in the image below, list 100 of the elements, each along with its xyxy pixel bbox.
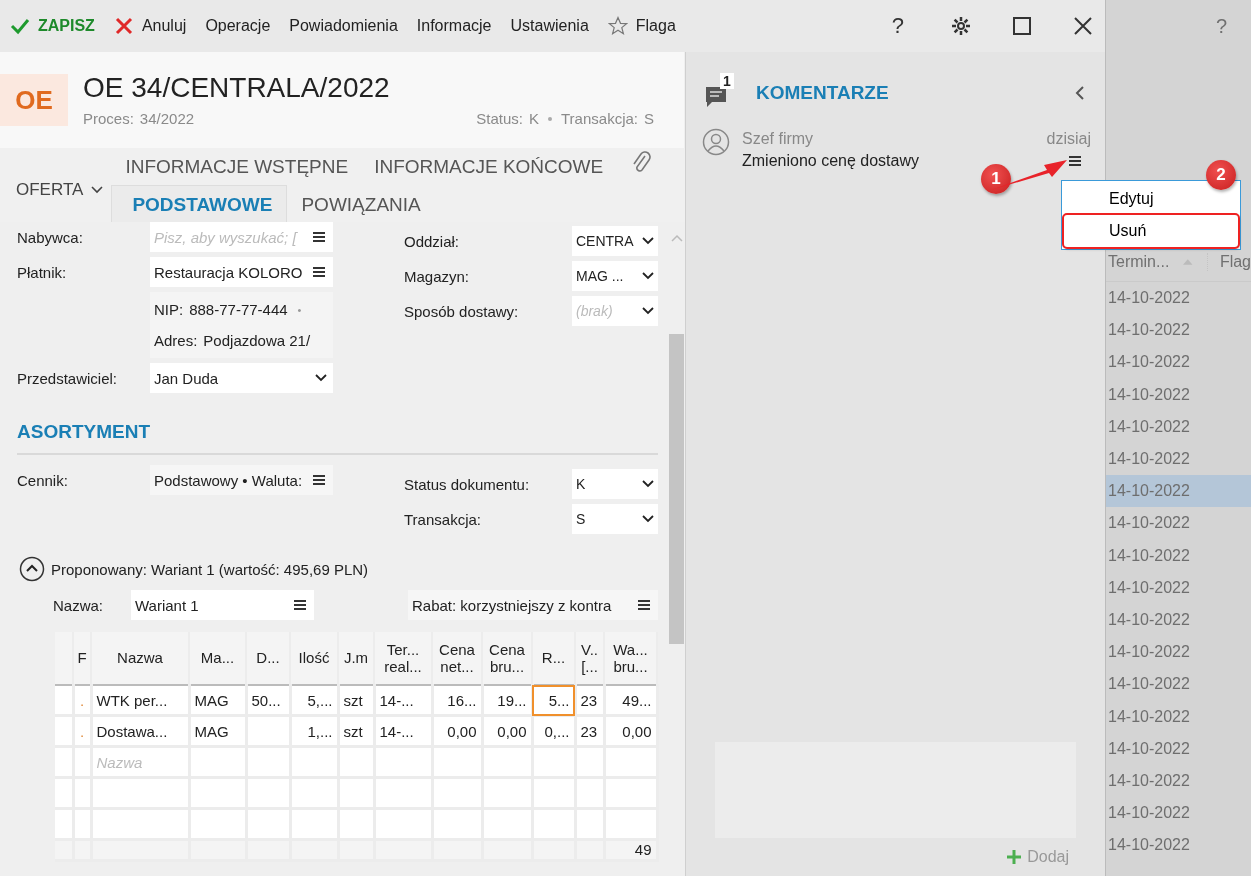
table-cell: 16... xyxy=(447,691,477,709)
list-row[interactable]: 14-10-2022 xyxy=(1106,700,1251,733)
toolbar-button[interactable]: Informacje xyxy=(416,17,492,35)
comment-text: Zmieniono cenę dostawy xyxy=(742,152,919,170)
maximize-icon[interactable] xyxy=(1012,16,1032,36)
list-row[interactable]: 14-10-2022 xyxy=(1106,764,1251,797)
check-icon xyxy=(10,16,30,36)
process-label: Proces: xyxy=(83,110,134,127)
list-row[interactable]: 14-10-2022 xyxy=(1106,314,1251,347)
process-value: 34/2022 xyxy=(139,110,195,127)
list-row[interactable]: 14-10-2022 xyxy=(1106,410,1251,443)
field-label: Status dokumentu: xyxy=(404,475,531,493)
table-cell: 0,00 xyxy=(622,722,652,740)
table-cell: 23 xyxy=(580,691,598,709)
menu-icon[interactable] xyxy=(638,600,650,610)
list-row[interactable]: 14-10-2022 xyxy=(1106,732,1251,765)
status-value: K xyxy=(529,110,539,127)
table-cell: szt xyxy=(343,691,363,709)
tab[interactable]: INFORMACJE WSTĘPNE xyxy=(111,150,361,184)
table-cell: 50... xyxy=(251,691,281,709)
settings-icon[interactable] xyxy=(951,16,971,36)
toolbar-button[interactable]: Operacje xyxy=(205,17,271,35)
list-row[interactable]: 14-10-2022 xyxy=(1106,442,1251,476)
table-cell: . xyxy=(79,722,85,740)
list-row[interactable]: 14-10-2022 xyxy=(1106,668,1251,701)
list-row[interactable]: 14-10-2022 xyxy=(1106,282,1251,315)
toolbar-button[interactable]: ZAPISZ xyxy=(10,16,95,36)
dropdown-field[interactable]: K xyxy=(572,469,658,499)
chevron-down-icon[interactable] xyxy=(642,307,654,315)
menu-icon[interactable] xyxy=(1069,156,1081,166)
menu-item[interactable]: Usuń xyxy=(1064,215,1238,247)
field-label: Magazyn: xyxy=(404,267,471,285)
transaction-value: S xyxy=(644,110,654,127)
table-cell: 5... xyxy=(548,691,570,709)
toolbar-button[interactable]: Anuluj xyxy=(113,16,187,36)
tab[interactable]: INFORMACJE KOŃCOWE xyxy=(360,150,616,184)
sort-ascending-icon xyxy=(1183,259,1193,265)
transaction-label: Transakcja: xyxy=(561,110,638,127)
field-label: Nazwa: xyxy=(53,596,105,614)
list-row[interactable]: 14-10-2022 xyxy=(1106,346,1251,379)
total-cell: 49 xyxy=(634,841,652,858)
tab[interactable]: POWIĄZANIA xyxy=(287,188,433,222)
input-field[interactable]: Jan Duda xyxy=(150,363,333,393)
document-title: OE 34/CENTRALA/2022 xyxy=(83,72,391,104)
list-row[interactable]: 14-10-2022 xyxy=(1106,636,1251,669)
toolbar-button[interactable]: Flaga xyxy=(607,16,676,36)
variant-name-field[interactable]: Wariant 1 xyxy=(131,590,314,620)
dropdown-field[interactable]: S xyxy=(572,504,658,534)
table-cell: MAG xyxy=(194,722,229,740)
table-cell: szt xyxy=(343,722,363,740)
table-cell: Dostawa... xyxy=(96,722,168,740)
menu-icon[interactable] xyxy=(294,600,306,610)
separator-dot: • xyxy=(297,303,302,316)
comment-count-badge: 1 xyxy=(720,73,734,89)
list-row[interactable]: 14-10-2022 xyxy=(1106,829,1251,862)
chevron-down-icon[interactable] xyxy=(642,480,654,488)
list-row[interactable]: 14-10-2022 xyxy=(1106,797,1251,830)
info-value: 888-77-77-444 xyxy=(189,301,288,318)
field-label: Transakcja: xyxy=(404,510,482,528)
chevron-down-icon[interactable] xyxy=(91,186,104,194)
field-label: Przedstawiciel: xyxy=(17,369,119,387)
table-cell: WTK per... xyxy=(96,691,168,709)
chevron-down-icon[interactable] xyxy=(315,374,327,382)
comment-author: Szef firmy xyxy=(742,130,814,148)
discount-field[interactable]: Rabat: korzystniejszy z kontra xyxy=(408,590,658,620)
chevron-down-icon[interactable] xyxy=(642,515,654,523)
chevron-down-icon[interactable] xyxy=(642,272,654,280)
field-label: Nabywca: xyxy=(17,228,84,246)
menu-icon[interactable] xyxy=(313,267,325,277)
chevron-left-icon[interactable] xyxy=(1075,86,1085,100)
step-marker: 1 xyxy=(981,164,1011,194)
toolbar-button[interactable]: Powiadomienia xyxy=(289,17,398,35)
toolbar-button[interactable]: Ustawienia xyxy=(510,17,589,35)
list-row[interactable]: 14-10-2022 xyxy=(1106,571,1251,604)
document-type-dropdown[interactable]: OFERTA xyxy=(0,180,112,222)
help-button[interactable]: ? xyxy=(885,13,910,39)
list-row[interactable]: 14-10-2022 xyxy=(1106,603,1251,637)
dropdown-field[interactable]: MAG ... xyxy=(572,261,658,291)
table-cell: MAG xyxy=(194,691,229,709)
collapse-icon[interactable] xyxy=(19,556,45,582)
list-row[interactable]: 14-10-2022 xyxy=(1106,507,1251,540)
table-cell: 0,... xyxy=(544,722,570,740)
menu-icon[interactable] xyxy=(313,232,325,242)
list-row[interactable]: 14-10-2022 xyxy=(1106,539,1251,572)
chevron-down-icon[interactable] xyxy=(642,237,654,245)
table-cell: 19... xyxy=(497,691,527,709)
dropdown-field[interactable]: CENTRA xyxy=(572,226,658,256)
input-field[interactable]: Restauracja KOLORO xyxy=(150,257,333,287)
status-label: Status: xyxy=(476,110,523,127)
info-label: Adres: xyxy=(154,332,198,349)
field-label: Płatnik: xyxy=(17,263,68,281)
tab[interactable]: PODSTAWOWE xyxy=(111,185,288,222)
column-header[interactable]: Termin... xyxy=(1108,253,1170,271)
close-icon xyxy=(113,16,134,36)
close-icon[interactable] xyxy=(1073,16,1093,36)
list-row[interactable]: 14-10-2022 xyxy=(1106,378,1251,411)
menu-icon[interactable] xyxy=(313,475,325,485)
table-cell: 49... xyxy=(622,691,652,709)
table-cell: . xyxy=(79,691,85,709)
price-list-field[interactable]: Podstawowy • Waluta: xyxy=(150,465,333,495)
